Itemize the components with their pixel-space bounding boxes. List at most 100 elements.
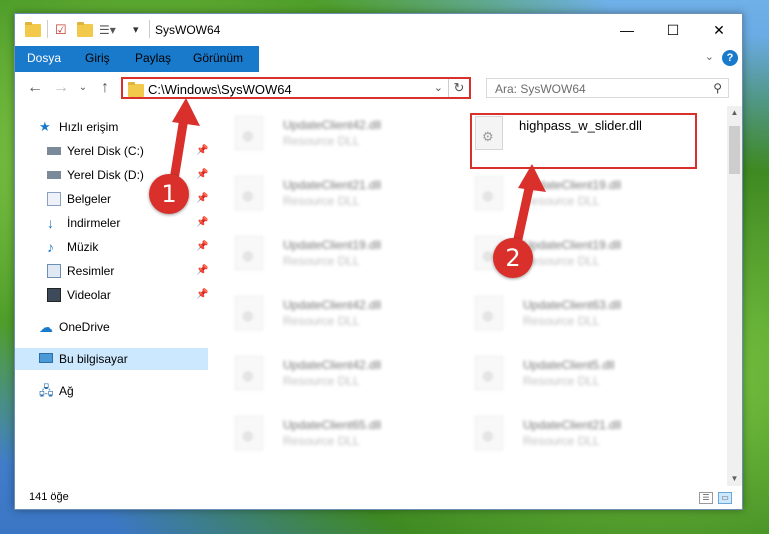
- dll-file-icon: [235, 296, 263, 330]
- computer-icon: [39, 353, 53, 363]
- title-bar: ☑ ☰▾ ▾ SysWOW64 — ☐ ✕: [15, 14, 742, 46]
- file-description: Resource DLL: [523, 434, 600, 448]
- drive-icon: [47, 171, 61, 179]
- nav-item-this-pc[interactable]: Bu bilgisayar: [15, 348, 208, 370]
- nav-item-label: Hızlı erişim: [59, 120, 119, 134]
- list-item[interactable]: UpdateClient65.dll Resource DLL: [215, 410, 435, 458]
- vertical-scrollbar[interactable]: ▲ ▼: [727, 106, 742, 486]
- new-folder-icon[interactable]: [77, 22, 93, 38]
- nav-item-label: Bu bilgisayar: [59, 352, 128, 366]
- expand-ribbon-icon[interactable]: ⌄: [705, 50, 714, 63]
- explorer-window: ☑ ☰▾ ▾ SysWOW64 — ☐ ✕ Dosya Giriş Paylaş…: [14, 13, 743, 510]
- list-item[interactable]: UpdateClient42.dll Resource DLL: [215, 350, 435, 398]
- nav-item-label: Belgeler: [67, 192, 112, 206]
- properties-icon[interactable]: ☑: [55, 22, 71, 38]
- list-item[interactable]: UpdateClient42.dll Resource DLL: [215, 110, 435, 158]
- file-name: UpdateClient19.dll: [283, 238, 382, 252]
- file-description: Resource DLL: [283, 434, 360, 448]
- file-description: Resource DLL: [283, 254, 360, 268]
- nav-item-label: Ağ: [59, 384, 74, 398]
- scroll-thumb[interactable]: [729, 126, 740, 174]
- nav-item-videos[interactable]: Videolar 📌: [15, 284, 208, 306]
- pin-icon[interactable]: 📌: [196, 260, 208, 282]
- pin-icon[interactable]: 📌: [196, 212, 208, 234]
- list-item[interactable]: UpdateClient19.dll Resource DLL: [215, 230, 435, 278]
- window-title: SysWOW64: [155, 23, 221, 37]
- file-name: UpdateClient5.dll: [523, 358, 615, 372]
- drive-icon: [47, 147, 61, 155]
- nav-item-pictures[interactable]: Resimler 📌: [15, 260, 208, 282]
- pictures-icon: [47, 264, 61, 278]
- dll-file-icon: [235, 236, 263, 270]
- nav-item-label: Resimler: [67, 264, 115, 278]
- large-icons-view-icon[interactable]: ▭: [718, 492, 732, 504]
- folder-icon: [25, 22, 41, 38]
- nav-item-downloads[interactable]: ↓ İndirmeler 📌: [15, 212, 208, 234]
- tab-home[interactable]: Giriş: [73, 46, 122, 70]
- file-description: Resource DLL: [283, 134, 360, 148]
- pin-icon[interactable]: 📌: [196, 236, 208, 258]
- divider: [149, 20, 150, 38]
- dll-file-icon: [235, 356, 263, 390]
- dll-file-icon: [235, 176, 263, 210]
- nav-item-label: Yerel Disk (D:): [67, 168, 144, 182]
- back-arrow-icon[interactable]: ←: [25, 79, 45, 97]
- file-name: UpdateClient21.dll: [283, 178, 382, 192]
- dll-file-icon: [235, 116, 263, 150]
- file-name: UpdateClient42.dll: [283, 118, 382, 132]
- recent-locations-icon[interactable]: ⌄: [73, 82, 93, 93]
- file-description: Resource DLL: [523, 314, 600, 328]
- scroll-down-icon[interactable]: ▼: [727, 472, 742, 486]
- file-description: Resource DLL: [283, 314, 360, 328]
- chevron-down-icon[interactable]: ⌄: [434, 81, 443, 94]
- nav-item-onedrive[interactable]: ☁ OneDrive: [15, 316, 208, 338]
- star-icon: ★: [39, 119, 51, 134]
- quick-access-dropdown-icon[interactable]: ▾: [133, 22, 149, 38]
- file-description: Resource DLL: [523, 374, 600, 388]
- refresh-icon[interactable]: ↻: [448, 79, 469, 97]
- nav-item-label: İndirmeler: [67, 216, 121, 230]
- close-button[interactable]: ✕: [696, 14, 742, 46]
- cloud-icon: ☁: [39, 319, 53, 335]
- list-item[interactable]: UpdateClient63.dll Resource DLL: [455, 290, 675, 338]
- nav-item-network[interactable]: 🖧 Ağ: [15, 380, 208, 402]
- file-description: Resource DLL: [283, 374, 360, 388]
- maximize-button[interactable]: ☐: [650, 14, 696, 46]
- search-input[interactable]: Ara: SysWOW64 ⚲: [486, 78, 729, 98]
- documents-icon: [47, 192, 61, 206]
- search-icon[interactable]: ⚲: [713, 81, 722, 95]
- item-count: 141 öğe: [29, 491, 69, 503]
- forward-arrow-icon[interactable]: →: [51, 79, 71, 97]
- nav-item-music[interactable]: ♪ Müzik 📌: [15, 236, 208, 258]
- ribbon-tabs: Dosya Giriş Paylaş Görünüm ⌄ ?: [15, 46, 742, 94]
- tab-share[interactable]: Paylaş: [123, 46, 183, 70]
- nav-item-label: Yerel Disk (C:): [67, 144, 144, 158]
- nav-item-label: Müzik: [67, 240, 99, 254]
- file-name: UpdateClient42.dll: [283, 298, 382, 312]
- file-name: UpdateClient21.dll: [523, 418, 622, 432]
- dll-file-icon: [475, 296, 503, 330]
- list-item[interactable]: UpdateClient42.dll Resource DLL: [215, 290, 435, 338]
- folder-icon: [128, 82, 144, 97]
- customize-toolbar-icon[interactable]: ☰▾: [99, 22, 125, 38]
- help-button[interactable]: ?: [722, 50, 738, 66]
- video-icon: [47, 288, 61, 302]
- status-bar: 141 öğe ☰ ▭: [15, 488, 742, 509]
- up-arrow-icon[interactable]: ↑: [95, 79, 115, 97]
- nav-item-label: OneDrive: [59, 320, 110, 334]
- details-view-icon[interactable]: ☰: [699, 492, 713, 504]
- list-item[interactable]: UpdateClient5.dll Resource DLL: [455, 350, 675, 398]
- scroll-up-icon[interactable]: ▲: [727, 106, 742, 120]
- list-item[interactable]: UpdateClient21.dll Resource DLL: [455, 410, 675, 458]
- address-row: ← → ⌄ ↑ C:\Windows\SysWOW64 ⌄ ↻ Ara: Sys…: [15, 72, 742, 104]
- file-description: Resource DLL: [283, 194, 360, 208]
- tab-view[interactable]: Görünüm: [181, 46, 255, 70]
- minimize-button[interactable]: —: [604, 14, 650, 46]
- step-2-badge: 2: [493, 238, 533, 278]
- divider: [47, 20, 48, 38]
- network-icon: 🖧: [39, 383, 54, 398]
- pin-icon[interactable]: 📌: [196, 284, 208, 306]
- list-item[interactable]: UpdateClient21.dll Resource DLL: [215, 170, 435, 218]
- dll-file-icon: [475, 356, 503, 390]
- dll-file-icon: [475, 416, 503, 450]
